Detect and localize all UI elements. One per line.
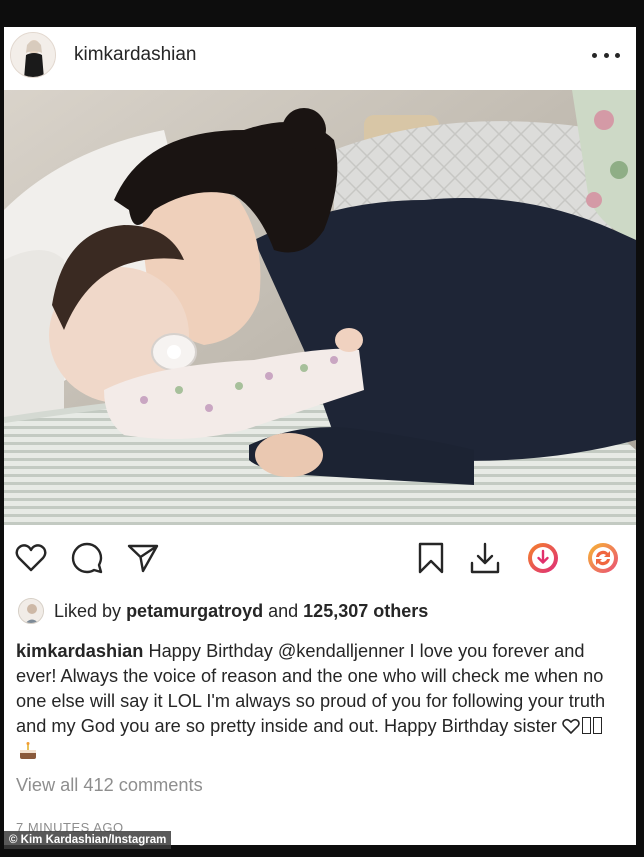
download-circle-icon[interactable] bbox=[526, 541, 560, 575]
post-header: kimkardashian bbox=[4, 27, 636, 90]
post-username[interactable]: kimkardashian bbox=[74, 44, 197, 66]
bookmark-icon[interactable] bbox=[414, 541, 448, 575]
white-heart-icon bbox=[562, 718, 580, 734]
comment-icon[interactable] bbox=[70, 541, 104, 575]
instagram-post-card: kimkardashian Liked by petamurgatroyd an… bbox=[4, 27, 636, 845]
missing-glyph-icon bbox=[581, 717, 591, 734]
repost-icon[interactable] bbox=[586, 541, 620, 575]
photo-credit: © Kim Kardashian/Instagram bbox=[4, 831, 172, 849]
view-all-comments-link[interactable]: View all 412 comments bbox=[16, 775, 203, 796]
caption-username[interactable]: kimkardashian bbox=[16, 641, 143, 661]
more-options-icon[interactable] bbox=[592, 43, 620, 67]
likes-prefix: Liked by bbox=[54, 600, 122, 621]
liker-avatar[interactable] bbox=[18, 598, 44, 624]
post-action-bar bbox=[4, 537, 636, 581]
liker-username[interactable]: petamurgatroyd bbox=[126, 601, 263, 622]
download-icon[interactable] bbox=[468, 541, 502, 575]
likes-joiner: and bbox=[268, 600, 299, 621]
profile-avatar[interactable] bbox=[10, 32, 56, 78]
heart-icon[interactable] bbox=[14, 541, 48, 575]
post-photo[interactable] bbox=[4, 90, 636, 525]
likes-row: Liked by petamurgatroyd and 125,307 othe… bbox=[18, 597, 428, 625]
birthday-cake-icon bbox=[20, 742, 36, 759]
send-icon[interactable] bbox=[126, 541, 160, 575]
post-caption: kimkardashian Happy Birthday @kendalljen… bbox=[16, 639, 621, 764]
missing-glyph-icon bbox=[592, 717, 602, 734]
likes-count[interactable]: 125,307 others bbox=[303, 601, 428, 622]
